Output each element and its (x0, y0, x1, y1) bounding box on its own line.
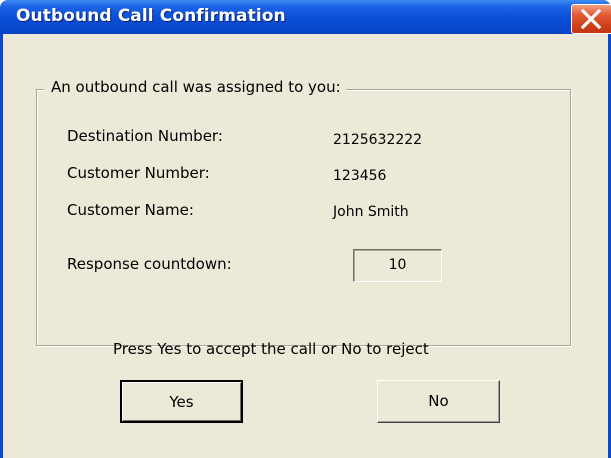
close-icon (580, 9, 602, 29)
title-bar[interactable]: Outbound Call Confirmation (0, 0, 611, 34)
destination-number-label: Destination Number: (67, 127, 223, 145)
customer-name-value: John Smith (333, 204, 409, 220)
customer-name-label: Customer Name: (67, 201, 194, 219)
response-countdown-label: Response countdown: (67, 255, 232, 273)
accept-reject-prompt: Press Yes to accept the call or No to re… (113, 340, 429, 358)
destination-number-value: 2125632222 (333, 132, 423, 148)
dialog-window: Outbound Call Confirmation An outbound c… (0, 0, 611, 458)
groupbox-legend: An outbound call was assigned to you: (44, 78, 346, 96)
response-countdown-field: 10 (353, 249, 442, 282)
yes-button[interactable]: Yes (120, 380, 243, 423)
window-title: Outbound Call Confirmation (16, 6, 286, 26)
dialog-body: An outbound call was assigned to you: De… (3, 34, 608, 458)
customer-number-value: 123456 (333, 168, 387, 184)
no-button[interactable]: No (377, 380, 500, 423)
customer-number-label: Customer Number: (67, 164, 210, 182)
close-button[interactable] (571, 4, 611, 34)
